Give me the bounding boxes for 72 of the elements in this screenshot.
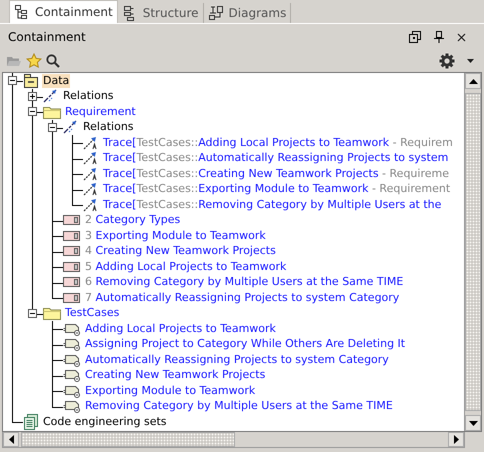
tree-item[interactable]: Trace[TestCases::Creating New Teamwork Projects - Requireme: [102, 166, 450, 181]
trace-icon: [83, 198, 99, 212]
diagram-icon: [208, 5, 224, 21]
scroll-thumb[interactable]: [21, 432, 235, 447]
package-icon: [23, 74, 39, 88]
requirement-icon: [63, 276, 81, 288]
test-case-icon: [63, 384, 81, 398]
relation-icon: [63, 120, 79, 134]
tree-item[interactable]: Code engineering sets: [42, 414, 168, 429]
test-case-icon: [63, 368, 81, 382]
tree-item[interactable]: 2 Category Types: [84, 213, 182, 228]
tree-item[interactable]: Removing Category by Multiple Users at the Same TIME: [84, 399, 394, 414]
close-icon[interactable]: [457, 32, 466, 42]
horizontal-scrollbar[interactable]: [2, 432, 465, 448]
collapse-toggle[interactable]: [28, 107, 37, 116]
tree-icon: [14, 4, 30, 20]
tree-item[interactable]: Requirement: [64, 104, 137, 119]
requirement-icon: [63, 245, 81, 258]
collapse-toggle[interactable]: [8, 76, 17, 85]
scroll-thumb[interactable]: [465, 93, 481, 411]
scroll-left-icon[interactable]: [8, 435, 14, 444]
search-icon[interactable]: [46, 54, 60, 68]
test-case-icon: [63, 337, 81, 352]
tree-item[interactable]: 4 Creating New Teamwork Projects: [84, 244, 277, 258]
pin-icon[interactable]: [433, 31, 445, 43]
tree-item[interactable]: TestCases: [64, 306, 120, 320]
test-case-icon: [63, 322, 81, 336]
trace-icon: [83, 182, 99, 196]
expand-toggle[interactable]: [28, 92, 37, 100]
tab[interactable]: Structure: [118, 3, 204, 23]
collapse-toggle[interactable]: [28, 308, 37, 318]
caret-icon[interactable]: [467, 59, 474, 63]
tree-item[interactable]: Trace[TestCases::Automatically Reassigning Projects to system: [102, 151, 450, 166]
scroll-right-icon[interactable]: [454, 435, 458, 444]
vertical-scrollbar[interactable]: [464, 73, 481, 431]
restore-icon[interactable]: [409, 31, 421, 43]
star-icon[interactable]: [26, 53, 42, 69]
tab[interactable]: Diagrams: [204, 3, 292, 23]
document-stack-icon: [23, 414, 39, 430]
panel-title: Containment: [8, 30, 86, 44]
folder-icon: [43, 104, 61, 119]
scroll-up-icon[interactable]: [468, 78, 478, 84]
tab[interactable]: Containment: [9, 0, 118, 23]
tree-item[interactable]: Creating New Teamwork Projects: [84, 368, 266, 382]
tree-item[interactable]: Trace[TestCases::Adding Local Projects to Teamwork - Requirem: [102, 136, 454, 150]
trace-icon: [83, 136, 99, 150]
tree-item[interactable]: Relations: [62, 89, 115, 104]
tree-item[interactable]: Trace[TestCases::Exporting Module to Teamwork - Requirement: [102, 182, 452, 196]
test-case-icon: [63, 399, 81, 414]
requirement-icon: [63, 292, 81, 304]
requirement-icon: [63, 214, 81, 226]
tree-item[interactable]: Automatically Reassigning Projects to system Category: [84, 352, 390, 367]
folder-icon: [43, 306, 61, 320]
requirement-icon: [63, 230, 81, 242]
trace-icon: [83, 166, 99, 181]
tree-item[interactable]: Exporting Module to Teamwork: [84, 384, 256, 398]
test-case-icon: [63, 352, 81, 367]
tree-item[interactable]: 3 Exporting Module to Teamwork: [84, 228, 267, 243]
tree-item[interactable]: Trace[TestCases::Removing Category by Multiple Users at the: [102, 198, 442, 212]
tree-item[interactable]: 6 Removing Category by Multiple Users at the Same TIME: [84, 275, 404, 290]
tree-item[interactable]: Data: [42, 74, 70, 88]
tree-item[interactable]: Relations: [82, 120, 135, 134]
requirement-icon: [63, 260, 81, 273]
settings-icon[interactable]: [439, 53, 455, 69]
tree-item[interactable]: 7 Automatically Reassigning Projects to system Category: [84, 290, 400, 305]
trace-icon: [83, 151, 99, 166]
tree-item[interactable]: 5 Adding Local Projects to Teamwork: [84, 260, 288, 274]
collapse-toggle[interactable]: [48, 122, 57, 132]
relation-icon: [43, 89, 59, 104]
tree-item[interactable]: Adding Local Projects to Teamwork: [84, 322, 277, 336]
scroll-down-icon[interactable]: [468, 420, 478, 426]
tree-item[interactable]: Assigning Project to Category While Others Are Deleting It: [84, 337, 406, 352]
